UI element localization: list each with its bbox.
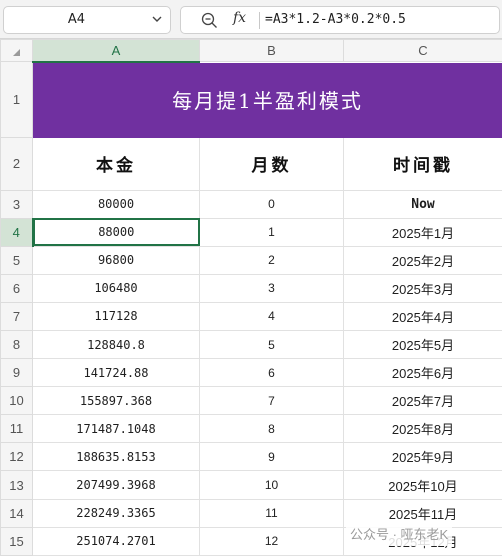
cell-months[interactable]: 8 (199, 414, 344, 444)
cell-months[interactable]: 9 (199, 442, 344, 472)
cell-principal[interactable]: 80000 (32, 189, 200, 219)
cell-timestamp[interactable]: 2025年1月 (343, 217, 502, 247)
cell-months[interactable]: 11 (199, 498, 344, 528)
cell-timestamp[interactable]: Now (343, 189, 502, 219)
cell-principal[interactable]: 128840.8 (32, 330, 200, 360)
header-principal[interactable]: 本金 (32, 137, 200, 191)
title-banner[interactable]: 每月提1半盈利模式 (32, 61, 502, 139)
formula-bar: A4 fx =A3*1.2-A3*0.2*0.5 (0, 0, 502, 39)
cell-principal[interactable]: 228249.3365 (32, 498, 200, 528)
row-header[interactable]: 6 (0, 273, 33, 303)
cell-months[interactable]: 1 (199, 217, 344, 247)
cell-principal[interactable]: 171487.1048 (32, 414, 200, 444)
cell-principal[interactable]: 96800 (32, 245, 200, 275)
cell-months[interactable]: 4 (199, 301, 344, 332)
row-header[interactable]: 2 (0, 137, 33, 191)
formula-input[interactable]: =A3*1.2-A3*0.2*0.5 (265, 7, 406, 33)
row-header[interactable]: 15 (0, 526, 33, 556)
cell-timestamp[interactable]: 2025年10月 (343, 470, 502, 500)
cell-principal[interactable]: 106480 (32, 273, 200, 303)
cell-reference: A4 (67, 12, 86, 27)
cell-principal[interactable]: 117128 (32, 301, 200, 332)
formula-input-area[interactable]: fx =A3*1.2-A3*0.2*0.5 (180, 6, 500, 34)
cell-timestamp[interactable]: 2025年4月 (343, 301, 502, 332)
watermark: 公众号 · 哑东老K (346, 524, 453, 546)
cell-timestamp[interactable]: 2025年9月 (343, 442, 502, 472)
cell-timestamp[interactable]: 2025年5月 (343, 330, 502, 360)
zoom-out-icon[interactable] (201, 12, 218, 29)
cell-timestamp[interactable]: 2025年7月 (343, 386, 502, 416)
cell-timestamp[interactable]: 2025年8月 (343, 414, 502, 444)
chevron-down-icon[interactable] (150, 12, 164, 26)
divider (259, 12, 260, 29)
cell-timestamp[interactable]: 2025年6月 (343, 358, 502, 388)
row-header[interactable]: 11 (0, 414, 33, 444)
row-header-active[interactable]: 4 (0, 217, 34, 247)
cell-principal[interactable]: 188635.8153 (32, 442, 200, 472)
row-header[interactable]: 5 (0, 245, 33, 275)
cell-months[interactable]: 12 (199, 526, 344, 556)
header-months[interactable]: 月数 (199, 137, 344, 191)
cell-months[interactable]: 0 (199, 189, 344, 219)
row-header[interactable]: 12 (0, 442, 33, 472)
cell-principal[interactable]: 251074.2701 (32, 526, 200, 556)
selected-cell[interactable]: 88000 (32, 217, 200, 247)
cell-months[interactable]: 7 (199, 386, 344, 416)
cell-principal[interactable]: 155897.368 (32, 386, 200, 416)
row-header[interactable]: 1 (0, 61, 33, 139)
row-header[interactable]: 14 (0, 498, 33, 528)
cell-months[interactable]: 10 (199, 470, 344, 500)
spreadsheet-grid: A B C 1 每月提1半盈利模式 2 本金 月数 时间戳 3 80000 0 … (0, 38, 502, 556)
cell-months[interactable]: 5 (199, 330, 344, 360)
cell-principal[interactable]: 207499.3968 (32, 470, 200, 500)
column-header-b[interactable]: B (199, 38, 344, 63)
name-box[interactable]: A4 (3, 6, 171, 34)
cell-months[interactable]: 6 (199, 358, 344, 388)
cell-principal[interactable]: 141724.88 (32, 358, 200, 388)
cell-timestamp[interactable]: 2025年2月 (343, 245, 502, 275)
row-header[interactable]: 8 (0, 330, 33, 360)
header-timestamp[interactable]: 时间戳 (343, 137, 502, 191)
cell-months[interactable]: 3 (199, 273, 344, 303)
row-header[interactable]: 13 (0, 470, 33, 500)
row-header[interactable]: 3 (0, 189, 33, 219)
function-icon[interactable]: fx (233, 10, 246, 26)
cell-months[interactable]: 2 (199, 245, 344, 275)
cell-timestamp[interactable]: 2025年11月 (343, 498, 502, 528)
select-all-corner[interactable] (0, 38, 33, 63)
cell-timestamp[interactable]: 2025年3月 (343, 273, 502, 303)
column-header-c[interactable]: C (343, 38, 502, 63)
row-header[interactable]: 10 (0, 386, 33, 416)
row-header[interactable]: 7 (0, 301, 33, 332)
column-header-a[interactable]: A (32, 38, 200, 63)
row-header[interactable]: 9 (0, 358, 33, 388)
